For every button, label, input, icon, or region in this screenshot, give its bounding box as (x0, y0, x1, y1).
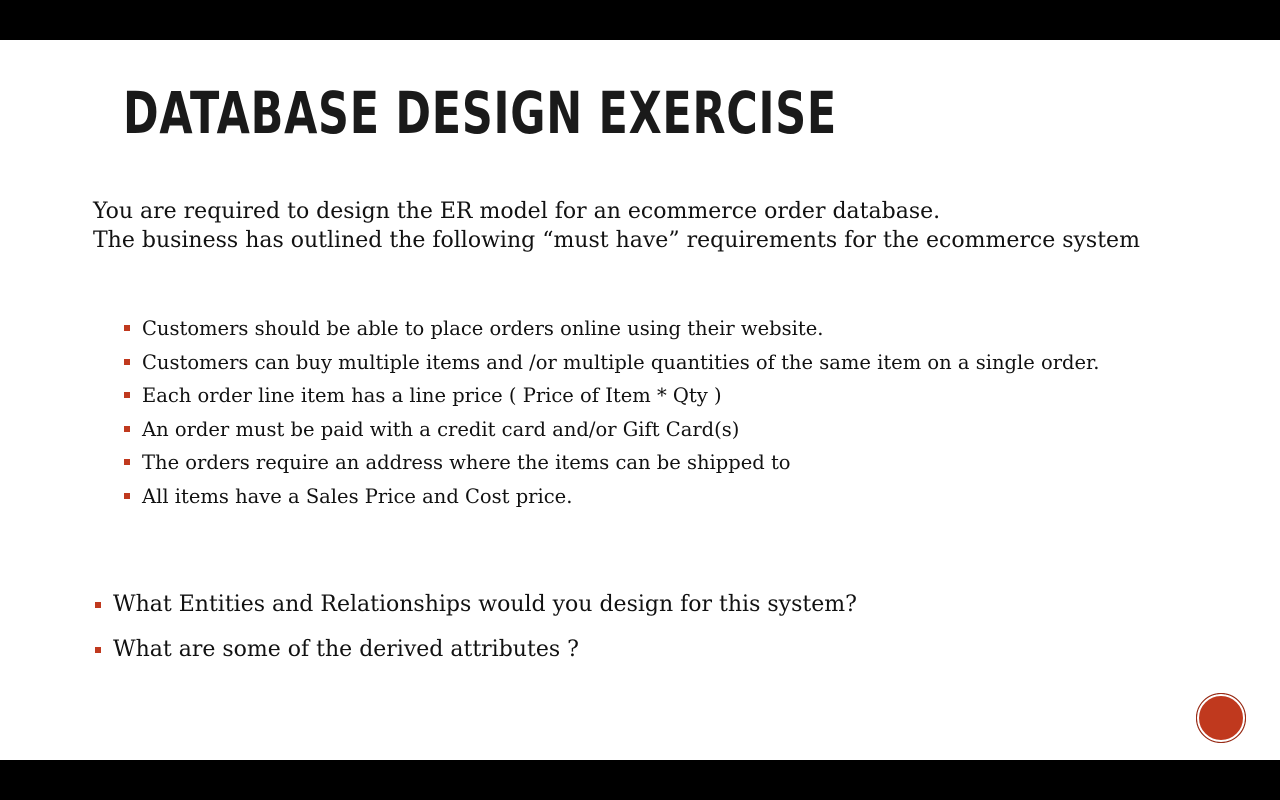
letterbox-top (0, 0, 1280, 40)
question-text: What are some of the derived attributes … (113, 637, 579, 662)
square-bullet-icon (95, 647, 101, 653)
letterbox-bottom (0, 760, 1280, 800)
question-item: What are some of the derived attributes … (95, 635, 1155, 665)
requirement-item: Customers should be able to place orders… (124, 316, 1164, 341)
square-bullet-icon (124, 325, 130, 331)
square-bullet-icon (124, 358, 130, 365)
requirement-item: The orders require an address where the … (124, 450, 1164, 475)
square-bullet-icon (124, 459, 130, 465)
questions-list: What Entities and Relationships would yo… (95, 590, 1155, 680)
requirement-item: All items have a Sales Price and Cost pr… (124, 484, 1164, 509)
square-bullet-icon (124, 425, 130, 432)
requirement-item: Each order line item has a line price ( … (124, 383, 1164, 408)
requirement-text: Each order line item has a line price ( … (142, 384, 722, 407)
slide: DATABASE DESIGN EXERCISE You are require… (0, 40, 1280, 760)
slide-title: DATABASE DESIGN EXERCISE (123, 79, 837, 147)
requirement-text: Customers should be able to place orders… (142, 317, 824, 340)
requirement-text: An order must be paid with a credit card… (142, 417, 740, 441)
requirements-list: Customers should be able to place orders… (124, 316, 1164, 517)
square-bullet-icon (124, 392, 130, 398)
square-bullet-icon (124, 492, 130, 499)
requirement-item: Customers can buy multiple items and /or… (124, 350, 1164, 375)
requirement-item: An order must be paid with a credit card… (124, 417, 1164, 442)
intro-text: You are required to design the ER model … (93, 198, 1173, 255)
slide-nav-circle-icon[interactable] (1196, 693, 1246, 743)
question-item: What Entities and Relationships would yo… (95, 590, 1155, 620)
requirement-text: The orders require an address where the … (142, 451, 791, 474)
requirement-text: Customers can buy multiple items and /or… (142, 350, 1100, 374)
requirement-text: All items have a Sales Price and Cost pr… (142, 484, 573, 508)
question-text: What Entities and Relationships would yo… (113, 592, 857, 617)
square-bullet-icon (95, 602, 101, 608)
intro-line-1: You are required to design the ER model … (93, 199, 941, 224)
intro-line-2: The business has outlined the following … (93, 227, 1140, 253)
